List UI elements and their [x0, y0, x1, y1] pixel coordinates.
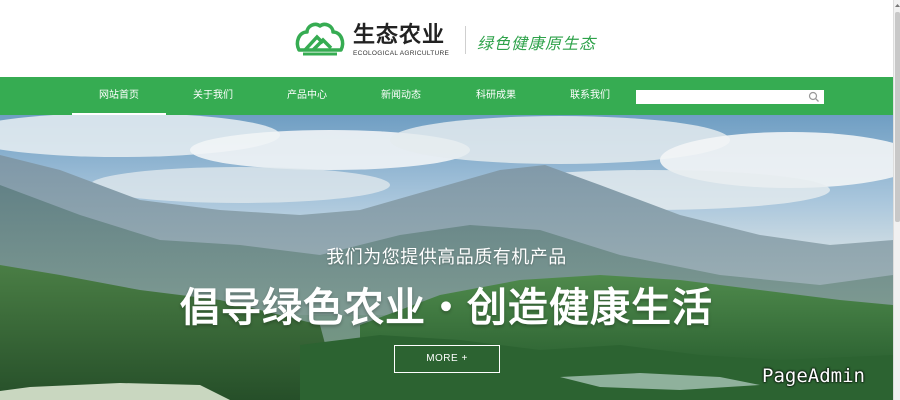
scroll-thumb[interactable] — [895, 12, 900, 222]
nav-item-products[interactable]: 产品中心 — [260, 77, 354, 115]
vertical-scrollbar[interactable] — [893, 0, 900, 400]
logo-text: 生态农业 ECOLOGICAL AGRICULTURE — [353, 22, 450, 57]
main-nav: 网站首页 关于我们 产品中心 新闻动态 科研成果 联系我们 — [0, 77, 893, 115]
search-input[interactable] — [636, 90, 804, 104]
nav-item-home[interactable]: 网站首页 — [72, 77, 166, 115]
hero-banner: 我们为您提供高品质有机产品 倡导绿色农业・创造健康生活 MORE + PageA… — [0, 115, 893, 400]
hero-title: 倡导绿色农业・创造健康生活 — [180, 285, 713, 331]
scroll-up-arrow-icon[interactable] — [894, 2, 900, 9]
logo-title: 生态农业 — [353, 22, 446, 48]
watermark: PageAdmin — [762, 365, 865, 387]
nav-item-contact[interactable]: 联系我们 — [543, 77, 637, 115]
hero-subtitle: 我们为您提供高品质有机产品 — [326, 247, 567, 268]
site-header: 生态农业 ECOLOGICAL AGRICULTURE 绿色健康原生态 — [0, 0, 893, 77]
search-icon[interactable] — [808, 91, 820, 103]
logo-subtitle: ECOLOGICAL AGRICULTURE — [353, 49, 450, 57]
logo[interactable]: 生态农业 ECOLOGICAL AGRICULTURE — [293, 20, 449, 60]
header-divider — [465, 26, 466, 54]
nav-item-news[interactable]: 新闻动态 — [354, 77, 448, 115]
nav-item-about[interactable]: 关于我们 — [166, 77, 260, 115]
nav-item-research[interactable]: 科研成果 — [449, 77, 543, 115]
more-button[interactable]: MORE + — [394, 345, 500, 373]
header-slogan: 绿色健康原生态 — [477, 34, 597, 53]
leaf-logo-icon — [295, 22, 345, 56]
search-box — [636, 90, 824, 104]
